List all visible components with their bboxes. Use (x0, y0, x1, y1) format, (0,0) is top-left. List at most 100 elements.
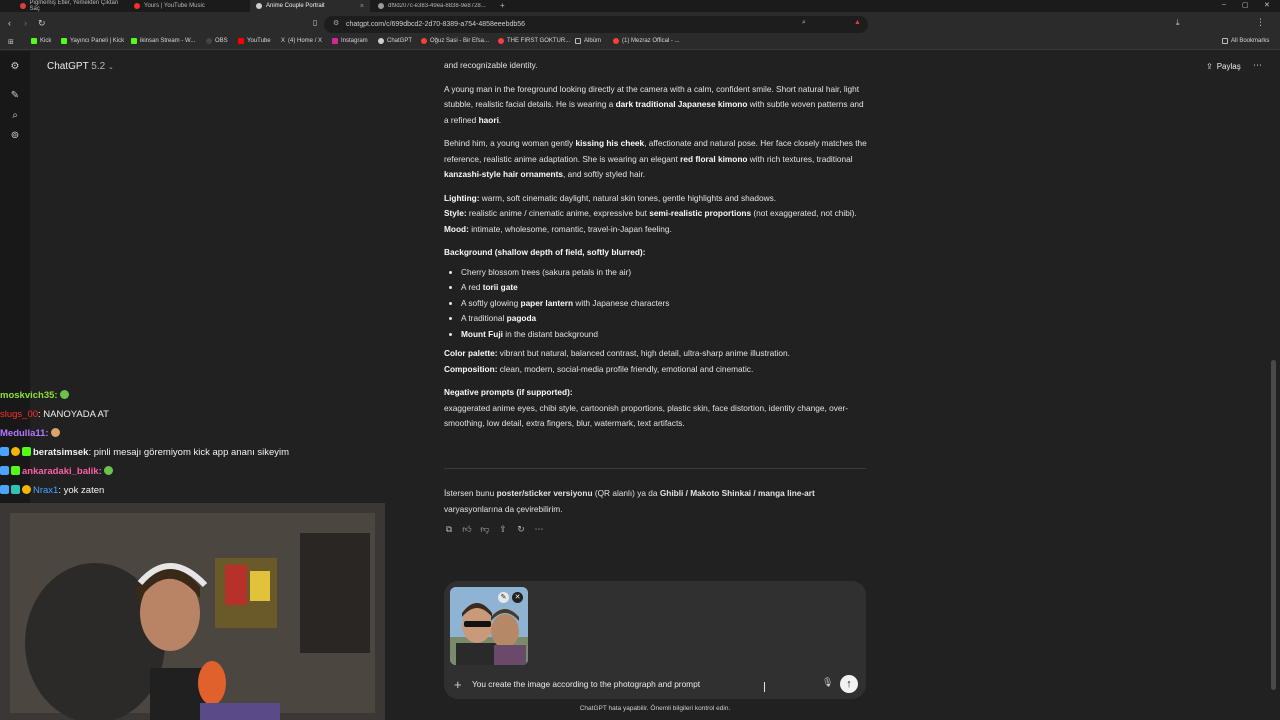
new-chat-icon[interactable]: ✎ (9, 90, 21, 102)
thumbs-up-icon[interactable]: 👍︎ (462, 524, 472, 535)
bookmarks-bar: ⊞ Kick Yayıncı Paneli | Kick ikinsan Str… (0, 36, 1280, 50)
tab-favicon-icon (378, 3, 384, 9)
chat-message: beratsimsek: pinli mesajı göremiyom kick… (0, 443, 330, 462)
bookmark-item[interactable]: Yayıncı Paneli | Kick (61, 38, 124, 44)
browser-tab[interactable]: Pigmemiş Etler, Yemekten Çıktan Saç (14, 0, 128, 12)
all-bookmarks[interactable]: All Bookmarks (1222, 38, 1269, 44)
thumbs-down-icon[interactable]: 👎︎ (480, 524, 490, 535)
share-button[interactable]: ⇪ Paylaş (1206, 62, 1241, 71)
divider (444, 468, 866, 469)
alert-icon[interactable]: ▲ (854, 19, 861, 26)
send-button[interactable]: ↑ (840, 675, 858, 693)
microphone-icon[interactable]: 🎙︎ (822, 677, 833, 688)
response-attributes: Color palette: vibrant but natural, bala… (444, 348, 790, 374)
browser-menu-icon[interactable]: ⋮ (1256, 17, 1265, 28)
badge-icon (11, 447, 20, 456)
more-icon[interactable]: ⋯ (534, 524, 544, 535)
list-item: A traditional pagoda (461, 311, 868, 327)
message-actions: ⧉ 👍︎ 👎︎ ⇪ ↻ ⋯ (444, 524, 544, 535)
reload-icon[interactable]: ↻ (38, 18, 46, 29)
site-info-icon[interactable]: ⚙ (333, 19, 339, 27)
model-name: ChatGPT (47, 61, 89, 72)
attached-image[interactable]: ✎ ✕ (450, 587, 528, 665)
prompt-input[interactable]: You create the image according to the ph… (472, 679, 700, 689)
bookmark-item[interactable]: OBS (206, 38, 228, 44)
badge-icon (11, 466, 20, 475)
url-text: chatgpt.com/c/699dbcd2-2d70-8389-a754-48… (346, 21, 526, 28)
followup-text: İstersen bunu poster/sticker versiyonu (… (444, 488, 815, 514)
bookmark-item[interactable]: Instagram (332, 38, 368, 44)
youtube-icon (613, 38, 619, 44)
background-heading: Background (shallow depth of field, soft… (444, 247, 646, 257)
text-cursor-icon (764, 682, 769, 692)
response-line: and recognizable identity. (444, 60, 538, 70)
background-list: Cherry blossom trees (sakura petals in t… (461, 265, 868, 343)
bookmark-item[interactable]: Albüm (575, 38, 601, 44)
browser-tab[interactable]: Yours | YouTube Music (128, 0, 248, 12)
youtube-music-icon (134, 3, 140, 9)
back-icon[interactable]: ‹ (8, 18, 11, 28)
disclaimer: ChatGPT hata yapabilir. Önemli bilgileri… (579, 705, 731, 712)
badge-icon (11, 485, 20, 494)
webcam-overlay (0, 503, 385, 720)
address-bar[interactable]: ⚙ chatgpt.com/c/699dbcd2-2d70-8389-a754-… (324, 16, 868, 33)
kick-icon (61, 38, 67, 44)
bookmark-item[interactable]: ChatGPT (378, 38, 412, 44)
add-attachment-icon[interactable]: + (454, 677, 462, 692)
chat-message: ankaradaki_balik: (0, 462, 330, 481)
browser-tab-active[interactable]: Anime Couple Portrait × (250, 0, 370, 12)
chat-message: slugs_00: NANOYADA AT (0, 409, 109, 420)
bookmark-item[interactable]: Oğuz Sasi - Bir Efsa... (421, 38, 489, 44)
bookmark-item[interactable]: ikinsan Stream - W... (131, 38, 195, 44)
share-icon[interactable]: ⇪ (498, 524, 508, 535)
more-options-icon[interactable]: ⋯ (1253, 60, 1262, 71)
bookmark-item[interactable]: THE FIRST GOKTUR... (498, 38, 570, 44)
bookmark-star-icon[interactable]: ▯ (313, 18, 317, 27)
assistant-response: and recognizable identity. A young man i… (444, 58, 868, 440)
zoom-icon[interactable]: ⌕ (802, 19, 806, 27)
close-window-button[interactable]: ✕ (1264, 1, 1270, 9)
download-icon[interactable]: ⤓ (1176, 18, 1180, 28)
youtube-icon (498, 38, 504, 44)
apps-grid-icon[interactable]: ⊞ (8, 38, 14, 46)
new-tab-button[interactable]: + (500, 1, 505, 10)
response-attributes: Lighting: warm, soft cinematic daylight,… (444, 192, 857, 234)
forward-icon[interactable]: › (24, 18, 27, 28)
list-item: Cherry blossom trees (sakura petals in t… (461, 265, 868, 281)
list-item: Mount Fuji in the distant background (461, 327, 868, 343)
folder-icon (1222, 38, 1228, 44)
chat-message: Nrax1: yok zaten (0, 481, 330, 500)
youtube-icon (421, 38, 427, 44)
remove-image-icon[interactable]: ✕ (512, 592, 523, 603)
bookmark-item[interactable]: Kick (31, 38, 51, 44)
bookmark-item[interactable]: (1) Mezraz Offical - ... (613, 38, 680, 44)
openai-logo-icon[interactable]: ⚙ (9, 61, 21, 73)
obs-icon (206, 38, 212, 44)
minimize-button[interactable]: – (1222, 1, 1226, 8)
model-selector[interactable]: ChatGPT 5.2 ⌄ (47, 61, 114, 72)
webcam-feed (0, 503, 385, 720)
share-label: Paylaş (1216, 62, 1241, 71)
share-icon: ⇪ (1206, 62, 1213, 71)
emote-icon (104, 466, 114, 475)
instagram-icon (332, 38, 338, 44)
kick-icon (131, 38, 137, 44)
edit-image-icon[interactable]: ✎ (498, 592, 509, 603)
bookmark-item[interactable]: YouTube (238, 38, 271, 44)
browser-tab-strip: Pigmemiş Etler, Yemekten Çıktan Saç Your… (0, 0, 1280, 12)
tab-favicon-icon (20, 3, 26, 9)
regenerate-icon[interactable]: ↻ (516, 524, 526, 535)
list-item: A red torii gate (461, 280, 868, 296)
scrollbar[interactable] (1271, 360, 1276, 690)
copy-icon[interactable]: ⧉ (444, 524, 454, 535)
bookmark-item[interactable]: X (4) Home / X (281, 38, 322, 44)
search-icon[interactable]: ⌕ (9, 110, 21, 122)
composer: ✎ ✕ + You create the image according to … (444, 581, 866, 699)
close-tab-icon[interactable]: × (360, 3, 364, 10)
chat-message: moskvich35: (0, 386, 330, 405)
library-icon[interactable]: ⊚ (9, 130, 21, 142)
response-paragraph: A young man in the foreground looking di… (444, 83, 864, 125)
maximize-button[interactable]: ▢ (1242, 1, 1249, 9)
badge-icon (0, 447, 9, 456)
browser-tab[interactable]: df9d207c-e383-49ea-8838-9e8728... (372, 0, 494, 12)
